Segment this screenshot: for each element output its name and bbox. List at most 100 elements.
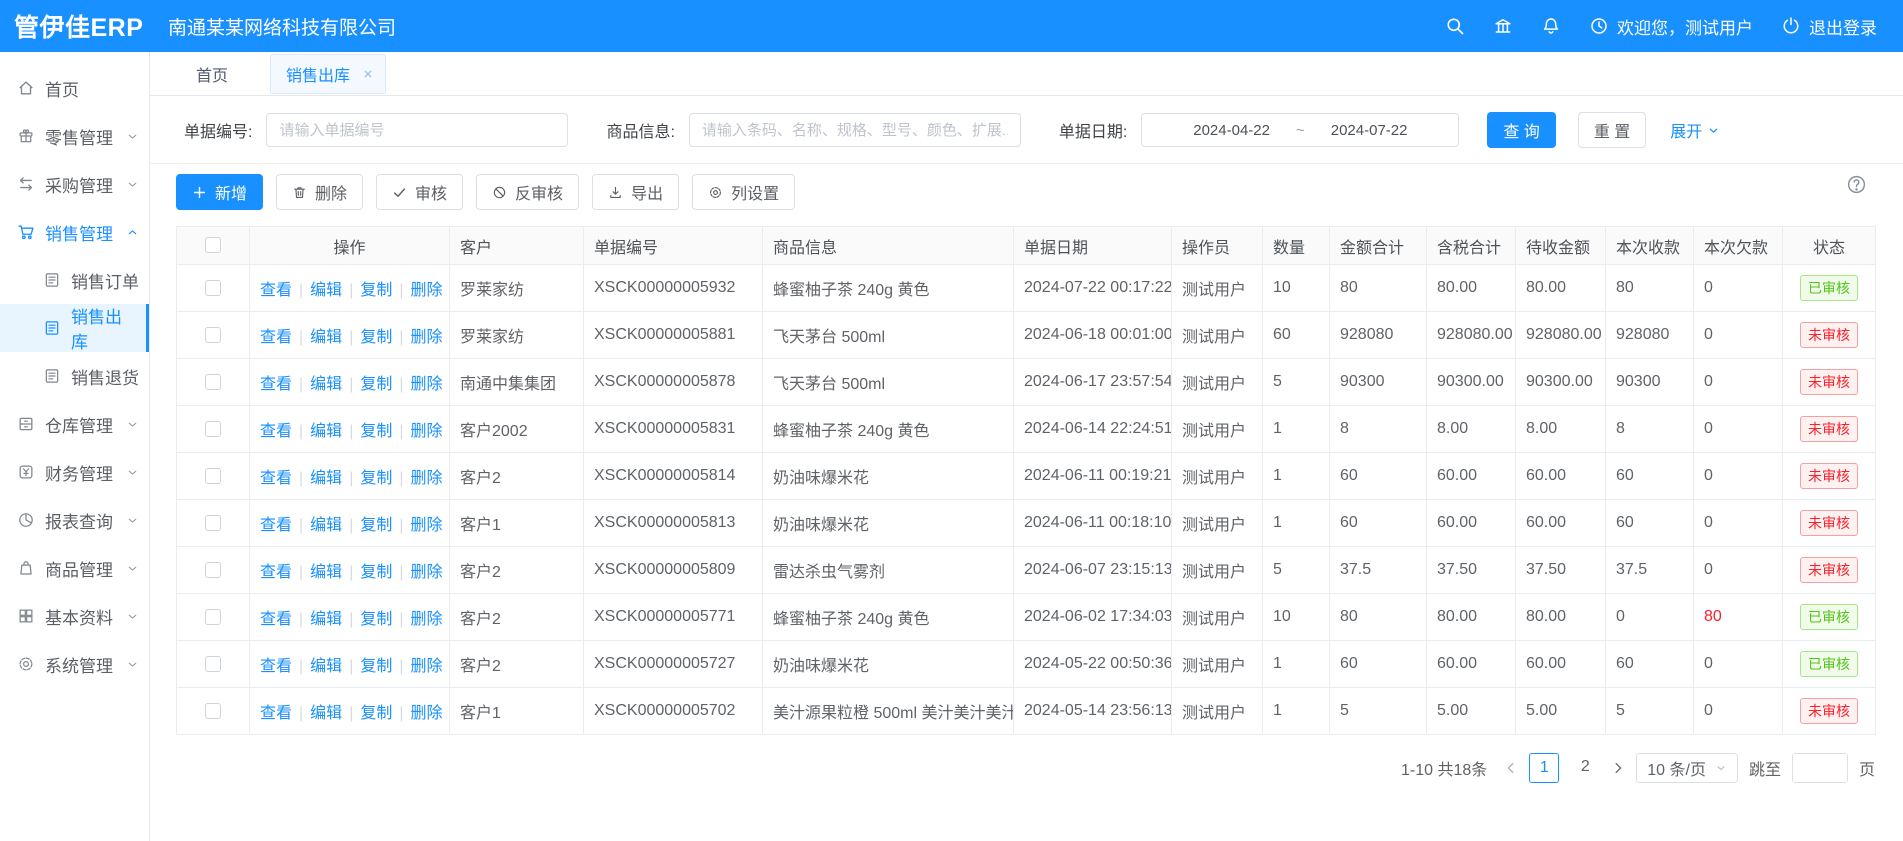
action-edit-link[interactable]: 编辑 bbox=[310, 611, 342, 628]
sidebar-item-sales[interactable]: 销售管理 bbox=[0, 208, 149, 256]
column-settings-button[interactable]: 列设置 bbox=[692, 174, 795, 210]
sidebar-item-home[interactable]: 首页 bbox=[0, 64, 149, 112]
row-date: 2024-06-07 23:15:13 bbox=[1014, 547, 1172, 594]
col-bill-no: 单据编号 bbox=[584, 227, 763, 265]
prev-page-button[interactable] bbox=[1504, 761, 1518, 775]
action-edit-link[interactable]: 编辑 bbox=[310, 376, 342, 393]
action-view-link[interactable]: 查看 bbox=[260, 282, 292, 299]
action-view-link[interactable]: 查看 bbox=[260, 658, 292, 675]
action-delete-link[interactable]: 删除 bbox=[411, 611, 443, 628]
action-copy-link[interactable]: 复制 bbox=[360, 329, 392, 346]
row-checkbox[interactable] bbox=[205, 703, 221, 719]
action-edit-link[interactable]: 编辑 bbox=[310, 470, 342, 487]
action-edit-link[interactable]: 编辑 bbox=[310, 423, 342, 440]
sidebar-item-warehouse[interactable]: 仓库管理 bbox=[0, 400, 149, 448]
table-row: 查看|编辑|复制|删除客户1XSCK00000005702美汁源果粒橙 500m… bbox=[177, 688, 1876, 735]
action-copy-link[interactable]: 复制 bbox=[360, 705, 392, 722]
check-icon bbox=[392, 185, 407, 200]
action-view-link[interactable]: 查看 bbox=[260, 470, 292, 487]
tab-home[interactable]: 首页 bbox=[196, 62, 228, 86]
page-size-select[interactable]: 10 条/页 bbox=[1636, 753, 1738, 783]
page-button-2[interactable]: 2 bbox=[1570, 753, 1600, 783]
status-badge: 已审核 bbox=[1800, 651, 1858, 677]
action-delete-link[interactable]: 删除 bbox=[411, 564, 443, 581]
col-owed: 本次欠款 bbox=[1694, 227, 1783, 265]
sidebar-item-purchase[interactable]: 采购管理 bbox=[0, 160, 149, 208]
action-copy-link[interactable]: 复制 bbox=[360, 282, 392, 299]
sidebar-item-product[interactable]: 商品管理 bbox=[0, 544, 149, 592]
sidebar-item-sales-outbound[interactable]: 销售出库 bbox=[0, 304, 149, 352]
action-delete-link[interactable]: 删除 bbox=[411, 376, 443, 393]
action-delete-link[interactable]: 删除 bbox=[411, 470, 443, 487]
jump-page-input[interactable] bbox=[1792, 753, 1848, 783]
bank-icon[interactable] bbox=[1493, 16, 1513, 36]
select-all-checkbox[interactable] bbox=[205, 237, 221, 253]
action-copy-link[interactable]: 复制 bbox=[360, 423, 392, 440]
delete-button[interactable]: 删除 bbox=[276, 174, 363, 210]
action-copy-link[interactable]: 复制 bbox=[360, 564, 392, 581]
action-view-link[interactable]: 查看 bbox=[260, 611, 292, 628]
page-button-1[interactable]: 1 bbox=[1529, 753, 1559, 783]
sidebar-item-retail[interactable]: 零售管理 bbox=[0, 112, 149, 160]
next-page-button[interactable] bbox=[1611, 761, 1625, 775]
sidebar-item-finance[interactable]: 财务管理 bbox=[0, 448, 149, 496]
help-icon[interactable] bbox=[1846, 174, 1867, 195]
action-edit-link[interactable]: 编辑 bbox=[310, 517, 342, 534]
search-button[interactable]: 查 询 bbox=[1487, 112, 1555, 148]
action-edit-link[interactable]: 编辑 bbox=[310, 564, 342, 581]
tab-sales-outbound[interactable]: 销售出库 bbox=[270, 54, 386, 94]
sidebar-item-report[interactable]: 报表查询 bbox=[0, 496, 149, 544]
row-checkbox[interactable] bbox=[205, 327, 221, 343]
row-checkbox[interactable] bbox=[205, 656, 221, 672]
reset-button[interactable]: 重 置 bbox=[1578, 112, 1646, 148]
action-delete-link[interactable]: 删除 bbox=[411, 517, 443, 534]
action-delete-link[interactable]: 删除 bbox=[411, 423, 443, 440]
action-copy-link[interactable]: 复制 bbox=[360, 658, 392, 675]
row-checkbox[interactable] bbox=[205, 609, 221, 625]
action-edit-link[interactable]: 编辑 bbox=[310, 705, 342, 722]
sidebar-item-sales-order[interactable]: 销售订单 bbox=[0, 256, 149, 304]
row-checkbox[interactable] bbox=[205, 421, 221, 437]
action-view-link[interactable]: 查看 bbox=[260, 423, 292, 440]
action-copy-link[interactable]: 复制 bbox=[360, 611, 392, 628]
action-view-link[interactable]: 查看 bbox=[260, 517, 292, 534]
action-view-link[interactable]: 查看 bbox=[260, 705, 292, 722]
action-copy-link[interactable]: 复制 bbox=[360, 376, 392, 393]
sidebar-item-system[interactable]: 系统管理 bbox=[0, 640, 149, 688]
action-delete-link[interactable]: 删除 bbox=[411, 282, 443, 299]
action-delete-link[interactable]: 删除 bbox=[411, 658, 443, 675]
action-delete-link[interactable]: 删除 bbox=[411, 329, 443, 346]
select-all-cell bbox=[177, 227, 250, 265]
action-edit-link[interactable]: 编辑 bbox=[310, 658, 342, 675]
action-view-link[interactable]: 查看 bbox=[260, 564, 292, 581]
row-checkbox[interactable] bbox=[205, 280, 221, 296]
action-view-link[interactable]: 查看 bbox=[260, 376, 292, 393]
expand-link[interactable]: 展开 bbox=[1670, 118, 1720, 142]
row-checkbox[interactable] bbox=[205, 515, 221, 531]
action-edit-link[interactable]: 编辑 bbox=[310, 329, 342, 346]
unaudit-button[interactable]: 反审核 bbox=[476, 174, 579, 210]
bell-icon[interactable] bbox=[1541, 16, 1561, 36]
row-checkbox[interactable] bbox=[205, 562, 221, 578]
date-range-picker[interactable]: 2024-04-22 ~ 2024-07-22 bbox=[1141, 113, 1459, 147]
search-icon[interactable] bbox=[1445, 16, 1465, 36]
action-copy-link[interactable]: 复制 bbox=[360, 470, 392, 487]
user-welcome[interactable]: 欢迎您，测试用户 bbox=[1589, 14, 1753, 39]
export-button[interactable]: 导出 bbox=[592, 174, 679, 210]
action-delete-link[interactable]: 删除 bbox=[411, 705, 443, 722]
add-button[interactable]: 新增 bbox=[176, 174, 263, 210]
row-operator: 测试用户 bbox=[1172, 594, 1263, 641]
row-checkbox[interactable] bbox=[205, 468, 221, 484]
action-copy-link[interactable]: 复制 bbox=[360, 517, 392, 534]
action-edit-link[interactable]: 编辑 bbox=[310, 282, 342, 299]
logout-button[interactable]: 退出登录 bbox=[1781, 14, 1877, 39]
bill-no-input[interactable] bbox=[266, 113, 568, 147]
close-icon[interactable] bbox=[362, 68, 374, 80]
action-view-link[interactable]: 查看 bbox=[260, 329, 292, 346]
audit-button[interactable]: 审核 bbox=[376, 174, 463, 210]
sidebar-item-basic-data[interactable]: 基本资料 bbox=[0, 592, 149, 640]
sidebar-item-sales-return[interactable]: 销售退货 bbox=[0, 352, 149, 400]
row-checkbox[interactable] bbox=[205, 374, 221, 390]
row-with-tax: 80.00 bbox=[1427, 594, 1516, 641]
product-info-input[interactable] bbox=[689, 113, 1021, 147]
